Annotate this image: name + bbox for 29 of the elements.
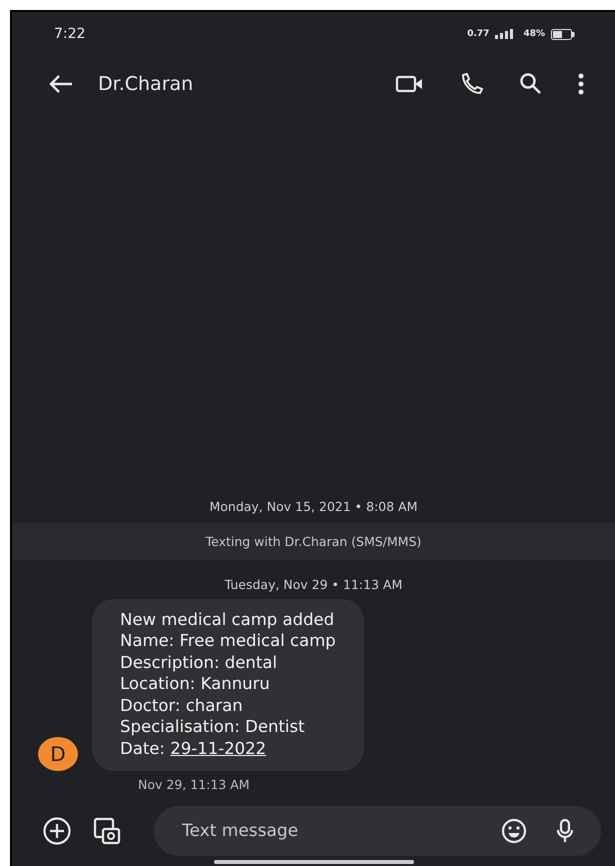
message-input-field[interactable]: Text message — [180, 820, 473, 842]
sms-banner: Texting with Dr.Charan (SMS/MMS) — [12, 522, 615, 560]
message-timestamp: Nov 29, 11:13 AM — [137, 776, 251, 792]
status-time: 7:22 — [54, 26, 86, 42]
message-line: New medical camp added — [120, 608, 336, 630]
message-line: Location: Kannuru — [120, 673, 271, 694]
message-line: Specialisation: Dentist — [120, 716, 306, 738]
microphone-icon[interactable] — [555, 818, 575, 844]
message-composer[interactable]: Text message — [154, 806, 601, 856]
message-line: Doctor: charan — [120, 694, 244, 716]
date-link[interactable]: 29-11-2022 — [170, 738, 266, 758]
phone-icon[interactable] — [459, 72, 485, 96]
message-line: Description: dental — [120, 652, 278, 673]
message-line: Name: Free medical camp — [120, 630, 336, 652]
avatar: D — [38, 737, 78, 771]
contact-name: Dr.Charan — [98, 73, 194, 95]
date-separator: Tuesday, Nov 29 • 11:13 AM — [224, 576, 402, 592]
search-icon[interactable] — [519, 72, 543, 96]
more-options-icon[interactable] — [577, 73, 585, 95]
back-icon[interactable] — [48, 74, 74, 94]
message-line: Date: — [120, 738, 165, 758]
add-icon[interactable] — [42, 816, 72, 846]
video-camera-icon[interactable] — [395, 73, 425, 95]
emoji-icon[interactable] — [501, 818, 527, 844]
gallery-icon[interactable] — [92, 816, 122, 846]
network-speed: 0.77 — [467, 29, 490, 39]
date-separator: Monday, Nov 15, 2021 • 8:08 AM — [209, 498, 418, 514]
battery-icon — [551, 28, 575, 40]
battery-percent: 48% — [523, 29, 545, 39]
